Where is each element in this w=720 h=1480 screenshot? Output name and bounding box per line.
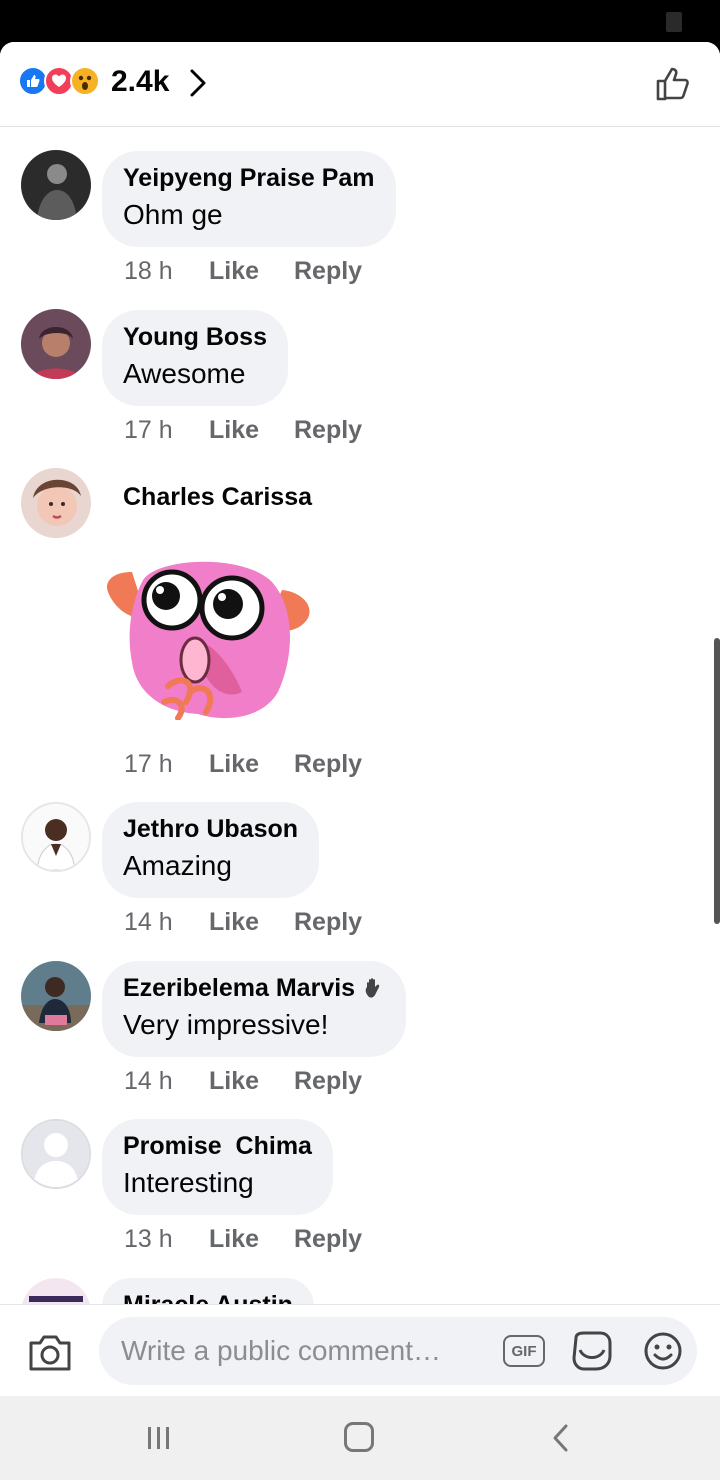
scrollbar[interactable]: [714, 638, 720, 924]
comment-bubble[interactable]: Yeipyeng Praise Pam Ohm ge: [102, 151, 396, 247]
camera-button[interactable]: [27, 1333, 73, 1378]
recent-apps-button[interactable]: [145, 1424, 173, 1457]
comments-header: 2.4k: [0, 42, 720, 127]
comment-time: 17 h: [124, 416, 173, 444]
comment-reply-button[interactable]: Reply: [294, 257, 362, 286]
comment-reply-button[interactable]: Reply: [294, 908, 362, 937]
avatar[interactable]: [21, 961, 91, 1031]
comment-time: 18 h: [124, 257, 173, 285]
comment-text: Ohm ge: [123, 199, 223, 230]
comment-like-button[interactable]: Like: [209, 908, 294, 937]
comment-actions: 14 h Like Reply: [124, 1067, 362, 1096]
comment-author[interactable]: Ezeribelema Marvis: [123, 973, 355, 1003]
comment-input[interactable]: [121, 1331, 477, 1371]
comment-author[interactable]: Yeipyeng Praise Pam: [123, 163, 375, 193]
comment-like-button[interactable]: Like: [209, 1067, 294, 1096]
status-bar: [0, 0, 720, 44]
comment-reply-button[interactable]: Reply: [294, 1225, 362, 1254]
comment-actions: 17 h Like Reply: [124, 416, 362, 445]
comment-author[interactable]: Promise Chima: [123, 1131, 312, 1161]
comment-time: 14 h: [124, 908, 173, 936]
comment-author[interactable]: Jethro Ubason: [123, 814, 298, 844]
comments-sheet: 2.4k Yeipyeng Praise Pam Ohm ge 18 h Lik…: [0, 42, 720, 1396]
chevron-right-icon[interactable]: [187, 67, 209, 104]
avatar[interactable]: [21, 468, 91, 538]
comment-time: 14 h: [124, 1067, 173, 1095]
comment-bubble[interactable]: Ezeribelema Marvis Very impressive!: [102, 961, 407, 1057]
comment-actions: 13 h Like Reply: [124, 1225, 362, 1254]
comment-text: Amazing: [123, 850, 232, 881]
comment-composer: GIF: [0, 1304, 720, 1396]
sticker-image[interactable]: [102, 552, 314, 721]
comment-author-row: Ezeribelema Marvis: [123, 973, 385, 1003]
comment-reply-button[interactable]: Reply: [294, 1067, 362, 1096]
emoji-icon: [644, 1332, 682, 1370]
sticker-icon: [572, 1331, 612, 1371]
comment-input-wrapper: GIF: [99, 1317, 697, 1385]
comment-actions: 17 h Like Reply: [124, 750, 362, 779]
home-button[interactable]: [344, 1422, 374, 1452]
comment-like-button[interactable]: Like: [209, 257, 294, 286]
avatar[interactable]: [21, 150, 91, 220]
avatar[interactable]: [21, 309, 91, 379]
battery-icon: [666, 12, 682, 32]
emoji-button[interactable]: [643, 1331, 683, 1376]
avatar[interactable]: [21, 1119, 91, 1189]
comment-reply-button[interactable]: Reply: [294, 750, 362, 779]
recent-apps-icon: [148, 1427, 169, 1449]
back-button[interactable]: [550, 1423, 572, 1458]
comment-actions: 14 h Like Reply: [124, 908, 362, 937]
comment-like-button[interactable]: Like: [209, 416, 294, 445]
like-post-button[interactable]: [654, 64, 694, 109]
comment-time: 13 h: [124, 1225, 173, 1253]
comment-like-button[interactable]: Like: [209, 1225, 294, 1254]
comment-bubble[interactable]: Young Boss Awesome: [102, 310, 288, 406]
wave-hand-icon: [363, 977, 385, 999]
system-navigation-bar: [0, 1396, 720, 1480]
gif-button[interactable]: GIF: [503, 1335, 545, 1367]
comment-like-button[interactable]: Like: [209, 750, 294, 779]
thumbs-up-icon: [656, 67, 689, 101]
reaction-summary[interactable]: [18, 66, 100, 96]
comment-text: Interesting: [123, 1167, 254, 1198]
reaction-count[interactable]: 2.4k: [111, 65, 169, 99]
comment-bubble[interactable]: Jethro Ubason Amazing: [102, 802, 320, 898]
comment-bubble[interactable]: Promise Chima Interesting: [102, 1119, 333, 1215]
avatar[interactable]: [21, 802, 91, 872]
comment-actions: 18 h Like Reply: [124, 257, 362, 286]
back-chevron-icon: [553, 1424, 568, 1452]
comment-reply-button[interactable]: Reply: [294, 416, 362, 445]
comment-author[interactable]: Charles Carissa: [123, 482, 312, 512]
comment-author[interactable]: Young Boss: [123, 322, 267, 352]
comment-text: Very impressive!: [123, 1009, 329, 1040]
camera-icon: [29, 1335, 71, 1371]
sticker-button[interactable]: [570, 1330, 614, 1377]
comment-text: Awesome: [123, 358, 246, 389]
wow-reaction-icon: [70, 66, 100, 96]
comment-time: 17 h: [124, 750, 173, 778]
